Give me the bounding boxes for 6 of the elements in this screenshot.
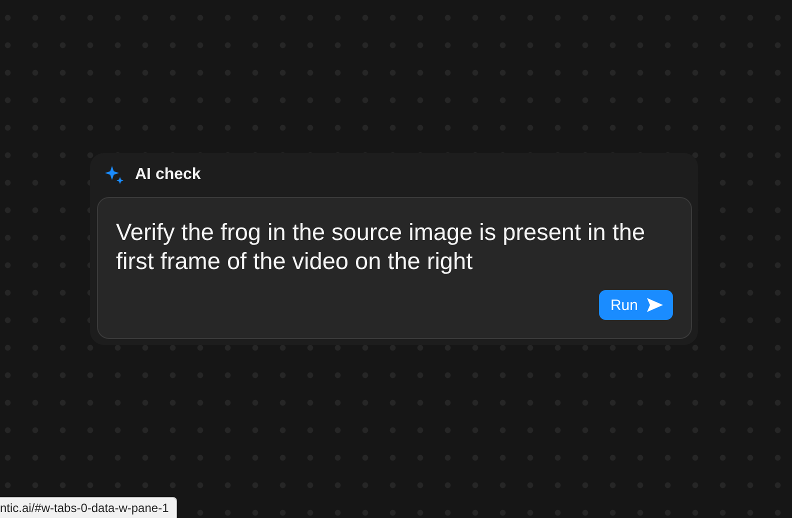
send-icon (647, 298, 663, 312)
prompt-text: Verify the frog in the source image is present in the first frame of the video on the right (116, 218, 646, 276)
panel-title: AI check (135, 166, 201, 184)
status-bar-url: ntic.ai/#w-tabs-0-data-w-pane-1 (0, 497, 177, 518)
sparkle-icon (105, 165, 125, 185)
prompt-field[interactable]: Verify the frog in the source image is present in the first frame of the video on the right Run (97, 197, 692, 339)
